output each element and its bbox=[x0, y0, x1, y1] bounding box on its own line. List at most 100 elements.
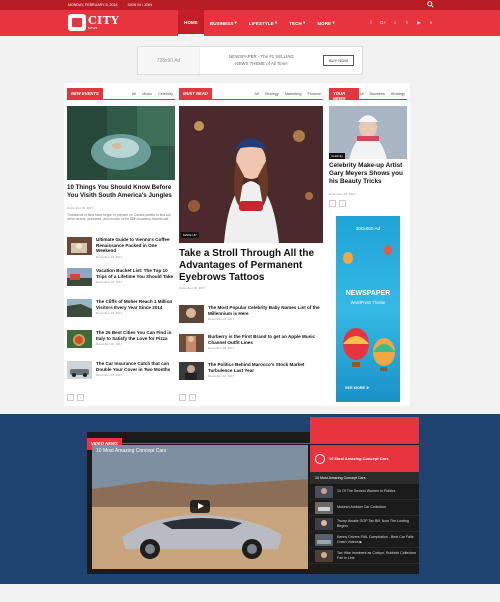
thumbnail bbox=[315, 517, 333, 530]
thumbnail bbox=[315, 501, 333, 514]
list-item[interactable]: The Cliffs of Moher Reach 1 Million Visi… bbox=[67, 299, 175, 317]
col3-pager: ‹ › bbox=[329, 200, 346, 207]
col3-main-date: December 18, 2017 bbox=[329, 192, 356, 196]
filter-finance[interactable]: Finance bbox=[307, 92, 321, 96]
list-item[interactable]: The Politics Behind Marocco's Stock Mark… bbox=[179, 362, 323, 380]
site-logo[interactable]: CITY NEWS bbox=[68, 14, 119, 31]
video-player[interactable]: 10 Most Amazing Concept Cars bbox=[92, 445, 308, 569]
col2-pager: ‹ › bbox=[179, 394, 196, 401]
woman-winter-image[interactable] bbox=[179, 106, 323, 243]
playlist-head[interactable]: 10 Most Amazing Concept Cars bbox=[310, 445, 419, 472]
thumbnail bbox=[315, 549, 333, 562]
twitter-icon[interactable]: t bbox=[404, 20, 410, 26]
facebook-icon[interactable]: f bbox=[368, 20, 374, 26]
social-links: f G+ i t ▶ v bbox=[368, 20, 434, 26]
filter-strategy[interactable]: Strategy bbox=[391, 92, 405, 96]
col1-main-date: December 18, 2017 bbox=[67, 206, 94, 210]
your-news-tag: YOUR NEWS bbox=[329, 87, 360, 101]
filter-music[interactable]: Music bbox=[142, 92, 152, 96]
playlist-item[interactable]: Kenny Drivers FAIL Compilation - Best Ca… bbox=[310, 532, 419, 548]
youtube-icon[interactable]: ▶ bbox=[416, 20, 422, 26]
next-page-button[interactable]: › bbox=[77, 394, 84, 401]
play-icon[interactable] bbox=[190, 500, 210, 513]
waterfall-image[interactable] bbox=[67, 106, 175, 180]
header: CITY NEWS HOME BUSINESS ▾ LIFESTYLE ▾ TE… bbox=[0, 10, 500, 36]
logo-crest-icon bbox=[68, 14, 86, 31]
see-more-button[interactable]: SEE MORE ➤ bbox=[345, 385, 369, 390]
woman-snow-image[interactable] bbox=[329, 106, 407, 159]
sidebar-ad[interactable]: 300x600 Ad NEWSPAPER WordPress Theme SEE… bbox=[336, 216, 400, 402]
top-banner-ad[interactable]: 728x90 Ad NEWSPAPER - The #1 SELLING NEWS… bbox=[137, 46, 363, 75]
makeup-badge[interactable]: MAKE UP bbox=[181, 232, 199, 238]
playlist-header bbox=[310, 417, 419, 444]
filter-strategy[interactable]: Strategy bbox=[265, 92, 279, 96]
prev-page-button[interactable]: ‹ bbox=[67, 394, 74, 401]
thumbnail bbox=[179, 334, 204, 352]
playlist-item[interactable]: Tax Hike Imminent as Corbyn, Rubbish Col… bbox=[310, 548, 419, 564]
new-events-header: NEW EVENTS All Music Celebrity bbox=[67, 87, 175, 100]
next-page-button[interactable]: › bbox=[189, 394, 196, 401]
thumbnail bbox=[67, 268, 92, 286]
thumbnail bbox=[67, 299, 92, 317]
col3-main-title[interactable]: Celebrity Make-up Artist Gary Meyers Sho… bbox=[329, 162, 407, 185]
thumbnail bbox=[67, 237, 92, 255]
footer-strip bbox=[0, 584, 500, 602]
play-circle-icon bbox=[315, 453, 325, 464]
sidebar-ad-name: NEWSPAPER bbox=[345, 290, 391, 297]
signin-link[interactable]: SIGN IN / JOIN bbox=[127, 3, 152, 7]
thumbnail bbox=[315, 533, 333, 546]
logo-sub: NEWS bbox=[88, 25, 98, 30]
instagram-icon[interactable]: i bbox=[392, 20, 398, 26]
filter-all[interactable]: All bbox=[132, 92, 136, 96]
playlist-item[interactable]: Trump Awaits GOP Tax Bill, Now The Looti… bbox=[310, 516, 419, 532]
vimeo-icon[interactable]: v bbox=[428, 20, 434, 26]
new-events-tag: NEW EVENTS bbox=[67, 87, 103, 100]
list-item[interactable]: Vacation Bucket List: The Top 10 Trips o… bbox=[67, 268, 175, 286]
main-nav: HOME BUSINESS ▾ LIFESTYLE ▾ TECH ▾ MORE … bbox=[178, 10, 341, 36]
playlist-item[interactable]: 10 Of The Sexiest Women In Politics bbox=[310, 484, 419, 500]
filter-marketing[interactable]: Marketing bbox=[285, 92, 302, 96]
playlist-item[interactable]: Mukesh Ambani Car Collection bbox=[310, 500, 419, 516]
filter-business[interactable]: Business bbox=[369, 92, 384, 96]
nav-tech[interactable]: TECH ▾ bbox=[283, 10, 311, 36]
nav-home[interactable]: HOME bbox=[178, 10, 204, 36]
thumbnail bbox=[179, 305, 204, 323]
prev-page-button[interactable]: ‹ bbox=[329, 200, 336, 207]
list-item[interactable]: The Most Popular Celebrity Baby Names Li… bbox=[179, 305, 323, 323]
list-item[interactable]: The Car Insurance Catch that can Double … bbox=[67, 361, 175, 379]
sidebar-ad-sub: WordPress Theme bbox=[350, 300, 386, 305]
filter-all[interactable]: All bbox=[254, 92, 258, 96]
nav-more[interactable]: MORE ▾ bbox=[311, 10, 340, 36]
ad-line-2: NEWS THEME of All Time! bbox=[235, 60, 288, 66]
filter-all[interactable]: All bbox=[359, 92, 363, 96]
col2-main-title[interactable]: Take a Stroll Through All the Advantages… bbox=[179, 248, 323, 285]
top-bar: MONDAY, FEBRUARY 5, 2018 SIGN IN / JOIN bbox=[0, 0, 500, 10]
nav-lifestyle[interactable]: LIFESTYLE ▾ bbox=[243, 10, 283, 36]
filter-celebrity[interactable]: Celebrity bbox=[158, 92, 173, 96]
next-page-button[interactable]: › bbox=[339, 200, 346, 207]
googleplus-icon[interactable]: G+ bbox=[380, 20, 386, 26]
playlist-current[interactable]: 10 Most Amazing Concept Cars bbox=[310, 472, 419, 484]
thumbnail bbox=[67, 361, 92, 379]
list-item[interactable]: Burberry is the First Brand to get an Ap… bbox=[179, 334, 323, 352]
celebrity-badge[interactable]: Celebrity bbox=[329, 153, 345, 159]
must-read-tag: MUST READ bbox=[179, 87, 212, 100]
ad-buy-button[interactable]: BUY NOW bbox=[322, 55, 354, 66]
your-news-header: YOUR NEWS All Business Strategy bbox=[329, 87, 407, 101]
list-item[interactable]: Ultimate Guide to Vienna's Coffee Renais… bbox=[67, 237, 175, 259]
thumbnail bbox=[67, 330, 92, 348]
ad-size-label: 728x90 Ad bbox=[138, 47, 200, 74]
video-playlist-list: 10 Most Amazing Concept Cars 10 Most Ama… bbox=[310, 445, 419, 573]
balloons-illustration bbox=[343, 245, 395, 371]
nav-business[interactable]: BUSINESS ▾ bbox=[204, 10, 243, 36]
search-icon[interactable] bbox=[427, 1, 434, 8]
col1-pager: ‹ › bbox=[67, 394, 84, 401]
video-title: 10 Most Amazing Concept Cars bbox=[96, 448, 167, 454]
current-date: MONDAY, FEBRUARY 5, 2018 bbox=[68, 3, 118, 7]
prev-page-button[interactable]: ‹ bbox=[179, 394, 186, 401]
col1-main-excerpt: Thousands of fans have begun to prepare … bbox=[67, 213, 171, 222]
col2-main-date: December 18, 2017 bbox=[179, 286, 206, 290]
thumbnail bbox=[179, 362, 204, 380]
list-item[interactable]: The 25 Best Cities You Can Find in Italy… bbox=[67, 330, 175, 348]
col1-main-title[interactable]: 10 Things You Should Know Before You Vis… bbox=[67, 184, 175, 199]
